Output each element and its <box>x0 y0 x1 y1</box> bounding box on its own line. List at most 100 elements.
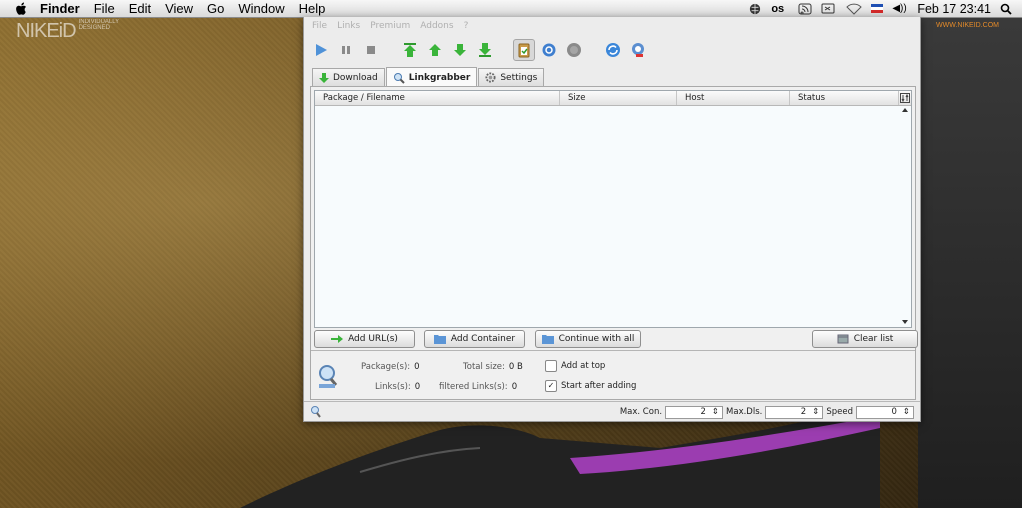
main-tabs: Download Linkgrabber Settings <box>312 67 545 87</box>
clear-list-icon <box>837 334 849 344</box>
jdownloader-window: File Links Premium Addons ? Download Lin… <box>303 17 921 422</box>
toolbar <box>304 35 920 65</box>
stop-icon[interactable] <box>360 39 382 61</box>
speed-label: Speed <box>826 407 853 417</box>
brand-name: NIKEiD <box>16 20 77 42</box>
links-table: Package / Filename Size Host Status <box>314 90 912 328</box>
start-after-adding-box[interactable]: ✓ <box>545 380 557 392</box>
tab-linkgrabber-label: Linkgrabber <box>408 72 471 83</box>
settings-icon <box>485 72 496 83</box>
filtered-links-value: 0 <box>511 382 518 392</box>
packages-label: Package(s): <box>361 362 411 372</box>
speed-value: 0 <box>891 407 897 417</box>
app-menu-bar: File Links Premium Addons ? <box>304 17 920 35</box>
status-menus: os ◀)) Feb 17 23:41 <box>748 2 1022 16</box>
links-stat: Links(s): 0 <box>375 382 420 392</box>
speed-spinner[interactable]: 0 ⇕ <box>856 405 914 419</box>
column-status[interactable]: Status <box>790 91 899 105</box>
spinner-arrows-icon[interactable]: ⇕ <box>712 407 719 417</box>
linkgrabber-summary: Package(s): 0 Total size: 0 B Links(s): 0 f… <box>311 350 915 399</box>
add-url-icon <box>331 335 344 343</box>
globe-icon[interactable] <box>748 3 762 15</box>
max-dls-spinner[interactable]: 2 ⇕ <box>765 405 824 419</box>
volume-icon[interactable]: ◀)) <box>892 3 908 15</box>
continue-icon <box>541 335 554 344</box>
add-at-top-box[interactable] <box>545 360 557 372</box>
links-value: 0 <box>414 382 421 392</box>
max-con-label: Max. Con. <box>619 407 663 417</box>
packages-value: 0 <box>414 362 420 372</box>
spinner-arrows-icon[interactable]: ⇕ <box>812 407 819 417</box>
limits-group: Max. Con. 2 ⇕ Max.Dls. 2 ⇕ Speed 0 ⇕ <box>619 405 920 419</box>
input-flag-icon[interactable] <box>871 3 884 15</box>
move-down-icon[interactable] <box>449 39 471 61</box>
play-icon[interactable] <box>310 39 332 61</box>
add-container-label: Add Container <box>450 334 516 344</box>
app-menu-addons[interactable]: Addons <box>420 21 453 31</box>
max-con-spinner[interactable]: 2 ⇕ <box>665 405 724 419</box>
start-after-adding-checkbox[interactable]: ✓ Start after adding <box>545 380 636 392</box>
add-at-top-label: Add at top <box>561 361 606 371</box>
app-menu-file[interactable]: File <box>312 21 327 31</box>
display-mirror-icon[interactable] <box>821 3 837 15</box>
app-menu-links[interactable]: Links <box>337 21 360 31</box>
move-up-icon[interactable] <box>424 39 446 61</box>
wifi-icon[interactable] <box>846 3 863 15</box>
rss-icon[interactable] <box>798 3 812 15</box>
links-label: Links(s): <box>375 382 411 392</box>
clipboard-observer-icon[interactable] <box>513 39 535 61</box>
menu-edit[interactable]: Edit <box>129 1 151 16</box>
linkgrabber-panel: Package / Filename Size Host Status Add … <box>310 86 918 400</box>
menu-window[interactable]: Window <box>238 1 284 16</box>
menu-finder[interactable]: Finder <box>40 1 80 16</box>
tab-settings[interactable]: Settings <box>478 68 545 86</box>
table-scrollbar[interactable] <box>899 106 911 326</box>
tab-download[interactable]: Download <box>312 68 385 86</box>
brand-tagline: INDIVIDUALLY DESIGNED <box>78 19 120 31</box>
menubar-clock[interactable]: Feb 17 23:41 <box>917 2 991 16</box>
column-package-filename[interactable]: Package / Filename <box>315 91 560 105</box>
update-icon[interactable] <box>627 39 649 61</box>
brand-url: WWW.NIKEID.COM <box>936 22 999 29</box>
apple-icon[interactable] <box>14 1 30 16</box>
folder-icon <box>433 335 446 344</box>
premium-icon[interactable] <box>563 39 585 61</box>
add-url-button[interactable]: Add URL(s) <box>314 330 415 348</box>
filtered-links-stat: filtered Links(s): 0 <box>439 382 517 392</box>
packages-stat: Package(s): 0 <box>361 362 420 372</box>
add-at-top-checkbox[interactable]: Add at top <box>545 360 605 372</box>
menu-help[interactable]: Help <box>299 1 326 16</box>
continue-with-all-label: Continue with all <box>558 334 635 344</box>
move-bottom-icon[interactable] <box>474 39 496 61</box>
refresh-icon[interactable] <box>602 39 624 61</box>
spinner-arrows-icon[interactable]: ⇕ <box>903 407 910 417</box>
auto-reconnect-icon[interactable] <box>538 39 560 61</box>
add-url-label: Add URL(s) <box>348 334 398 344</box>
pause-icon[interactable] <box>335 39 357 61</box>
filtered-links-label: filtered Links(s): <box>439 382 508 392</box>
spotlight-search-icon[interactable] <box>1000 3 1012 15</box>
menu-file[interactable]: File <box>94 1 115 16</box>
total-size-stat: Total size: 0 B <box>463 362 523 372</box>
continue-with-all-button[interactable]: Continue with all <box>535 330 641 348</box>
move-top-icon[interactable] <box>399 39 421 61</box>
tab-linkgrabber[interactable]: Linkgrabber <box>385 67 478 87</box>
os-status-icon[interactable]: os <box>771 3 789 15</box>
reconnect-status-icon[interactable] <box>310 405 322 419</box>
column-config-icon[interactable] <box>899 91 911 105</box>
app-menu-help[interactable]: ? <box>464 21 469 31</box>
menu-view[interactable]: View <box>165 1 193 16</box>
menu-go[interactable]: Go <box>207 1 224 16</box>
column-host[interactable]: Host <box>677 91 790 105</box>
tab-download-label: Download <box>333 72 378 83</box>
add-container-button[interactable]: Add Container <box>424 330 525 348</box>
linkgrabber-icon <box>393 72 405 84</box>
download-icon <box>319 72 329 83</box>
nikeid-logo: NIKEiD INDIVIDUALLY DESIGNED <box>16 19 120 43</box>
clear-list-button[interactable]: Clear list <box>812 330 918 348</box>
app-menu-premium[interactable]: Premium <box>370 21 410 31</box>
tab-settings-label: Settings <box>500 72 538 83</box>
column-size[interactable]: Size <box>560 91 677 105</box>
linkgrabber-search-icon <box>319 365 338 388</box>
table-header: Package / Filename Size Host Status <box>315 91 911 106</box>
